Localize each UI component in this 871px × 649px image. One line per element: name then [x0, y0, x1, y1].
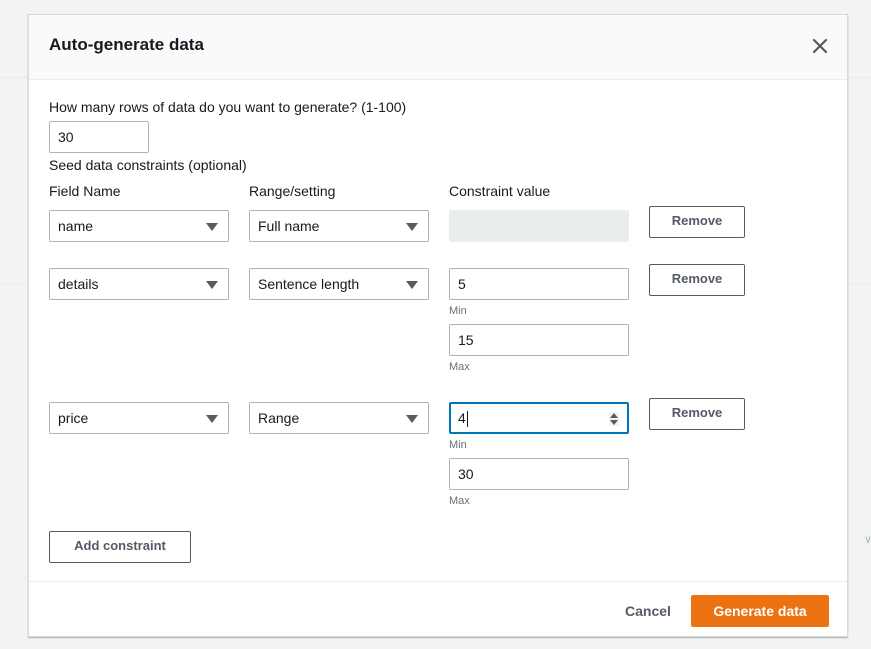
setting-select-value: Sentence length — [258, 276, 360, 292]
footer-divider — [29, 581, 847, 582]
caret-down-icon — [206, 223, 218, 231]
caret-down-icon — [406, 223, 418, 231]
field-select-value: name — [58, 218, 94, 234]
rows-count-input[interactable]: 30 — [49, 121, 149, 153]
header-constraint-value: Constraint value — [449, 183, 551, 199]
setting-select-name[interactable]: Full name — [249, 210, 429, 242]
details-max-label: Max — [449, 361, 470, 373]
constraint-value-disabled — [449, 210, 629, 242]
close-icon — [812, 38, 828, 54]
setting-select-price[interactable]: Range — [249, 402, 429, 434]
generate-data-button[interactable]: Generate data — [691, 595, 829, 627]
add-constraint-button[interactable]: Add constraint — [49, 531, 191, 563]
header-field-name: Field Name — [49, 183, 121, 199]
field-select-name[interactable]: name — [49, 210, 229, 242]
close-button[interactable] — [811, 37, 829, 55]
cancel-button[interactable]: Cancel — [625, 603, 671, 619]
field-select-price[interactable]: price — [49, 402, 229, 434]
background-chevron-icon: ∨ — [864, 534, 871, 546]
price-min-input[interactable]: 4 — [449, 402, 629, 434]
modal-header: Auto-generate data — [29, 15, 847, 80]
price-min-value: 4 — [458, 410, 466, 426]
spinner-up-icon[interactable] — [610, 413, 618, 418]
remove-button-details[interactable]: Remove — [649, 264, 745, 296]
modal-title: Auto-generate data — [49, 35, 204, 54]
price-max-label: Max — [449, 495, 470, 507]
caret-down-icon — [406, 415, 418, 423]
auto-generate-modal: Auto-generate data How many rows of data… — [28, 14, 848, 637]
spinner-down-icon[interactable] — [610, 420, 618, 425]
setting-select-value: Full name — [258, 218, 320, 234]
details-max-input[interactable]: 15 — [449, 324, 629, 356]
remove-button-name[interactable]: Remove — [649, 206, 745, 238]
setting-select-details[interactable]: Sentence length — [249, 268, 429, 300]
rows-question-label: How many rows of data do you want to gen… — [49, 99, 407, 115]
remove-button-price[interactable]: Remove — [649, 398, 745, 430]
field-select-value: details — [58, 276, 99, 292]
caret-down-icon — [206, 281, 218, 289]
field-select-value: price — [58, 410, 89, 426]
header-range-setting: Range/setting — [249, 183, 336, 199]
field-select-details[interactable]: details — [49, 268, 229, 300]
details-min-label: Min — [449, 305, 467, 317]
text-cursor — [466, 411, 468, 428]
setting-select-value: Range — [258, 410, 300, 426]
caret-down-icon — [406, 281, 418, 289]
seed-constraints-label: Seed data constraints (optional) — [49, 157, 247, 173]
price-min-label: Min — [449, 439, 467, 451]
details-min-input[interactable]: 5 — [449, 268, 629, 300]
caret-down-icon — [206, 415, 218, 423]
number-spinner[interactable] — [609, 412, 619, 426]
price-max-input[interactable]: 30 — [449, 458, 629, 490]
